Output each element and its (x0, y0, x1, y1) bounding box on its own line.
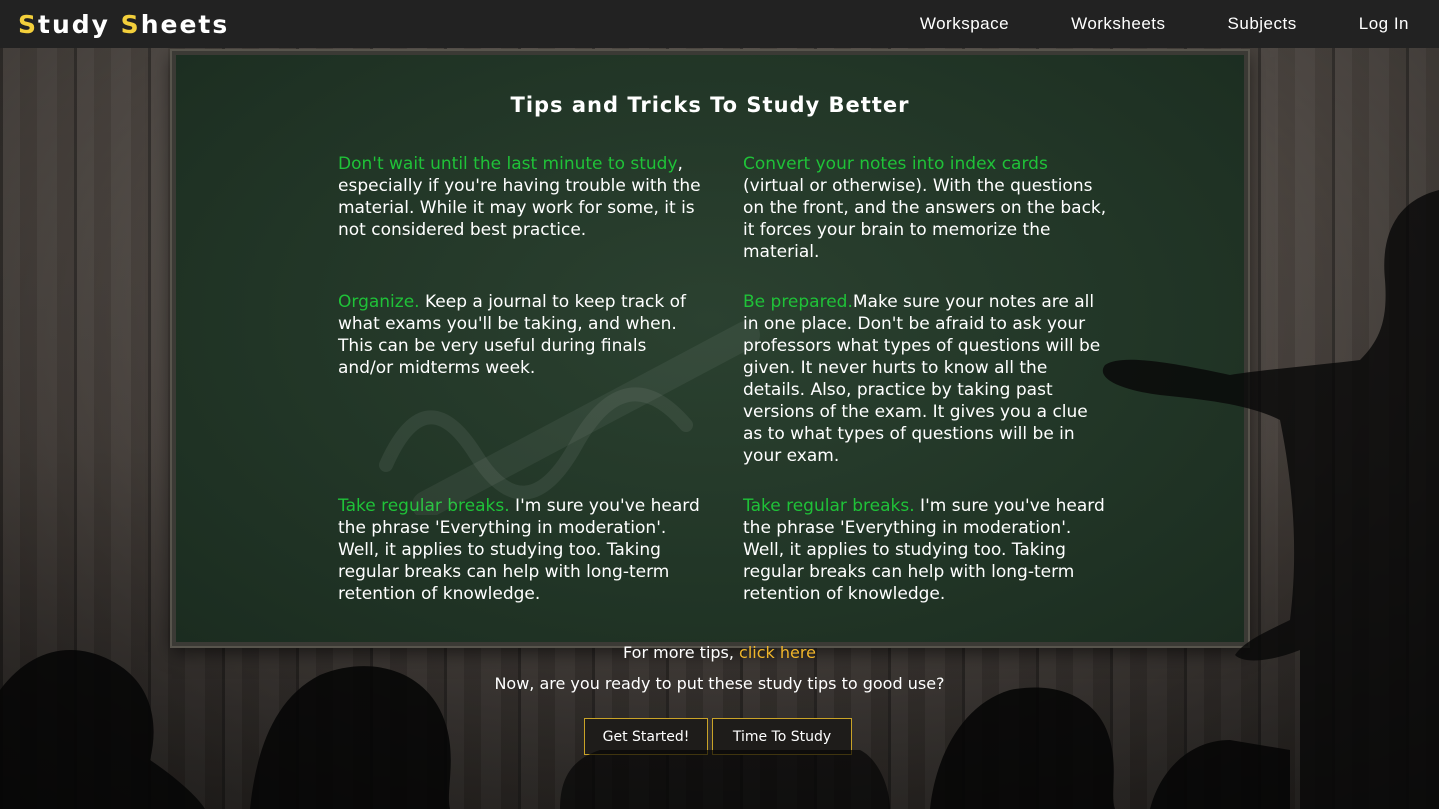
tip-lead: Organize. (338, 292, 420, 312)
brand-text-tudy: tudy (38, 9, 121, 39)
top-navbar: Study Sheets Workspace Worksheets Subjec… (0, 0, 1439, 48)
tip-body: Make sure your notes are all in one plac… (743, 292, 1101, 466)
ready-prompt: Now, are you ready to put these study ti… (494, 674, 945, 693)
tip-lead: Convert your notes into index cards (743, 154, 1048, 174)
chalk-scribble-decoration (379, 321, 760, 515)
brand-text-heets: heets (140, 9, 230, 39)
tip-item: Convert your notes into index cards (vir… (743, 153, 1107, 263)
action-buttons: Get Started! Time To Study (584, 718, 852, 755)
brand-initial-s2: S (120, 9, 141, 39)
more-tips-link[interactable]: click here (739, 643, 816, 662)
brand-initial-s: S (18, 9, 39, 39)
nav-links: Workspace Worksheets Subjects Log In (889, 14, 1421, 34)
tip-item: Take regular breaks. I'm sure you've hea… (743, 495, 1107, 605)
below-board-text: For more tips, click here Now, are you r… (0, 643, 1439, 694)
more-tips-line: For more tips, click here (0, 643, 1439, 663)
tip-lead: Don't wait until the last minute to stud… (338, 154, 678, 174)
tip-body: (virtual or otherwise). With the questio… (743, 176, 1107, 262)
tip-item: Don't wait until the last minute to stud… (338, 153, 702, 263)
nav-log-in[interactable]: Log In (1328, 14, 1421, 34)
nav-subjects[interactable]: Subjects (1197, 14, 1328, 34)
chalkboard: Tips and Tricks To Study Better Don't wa… (172, 51, 1248, 646)
tip-lead: Be prepared. (743, 292, 853, 312)
nav-worksheets[interactable]: Worksheets (1040, 14, 1196, 34)
tip-item: Be prepared.Make sure your notes are all… (743, 291, 1107, 467)
brand-logo[interactable]: Study Sheets (18, 10, 229, 39)
get-started-button[interactable]: Get Started! (584, 718, 708, 755)
time-to-study-button[interactable]: Time To Study (712, 718, 852, 755)
nav-workspace[interactable]: Workspace (889, 14, 1040, 34)
more-tips-prefix: For more tips, (623, 643, 740, 662)
board-heading: Tips and Tricks To Study Better (510, 93, 910, 117)
